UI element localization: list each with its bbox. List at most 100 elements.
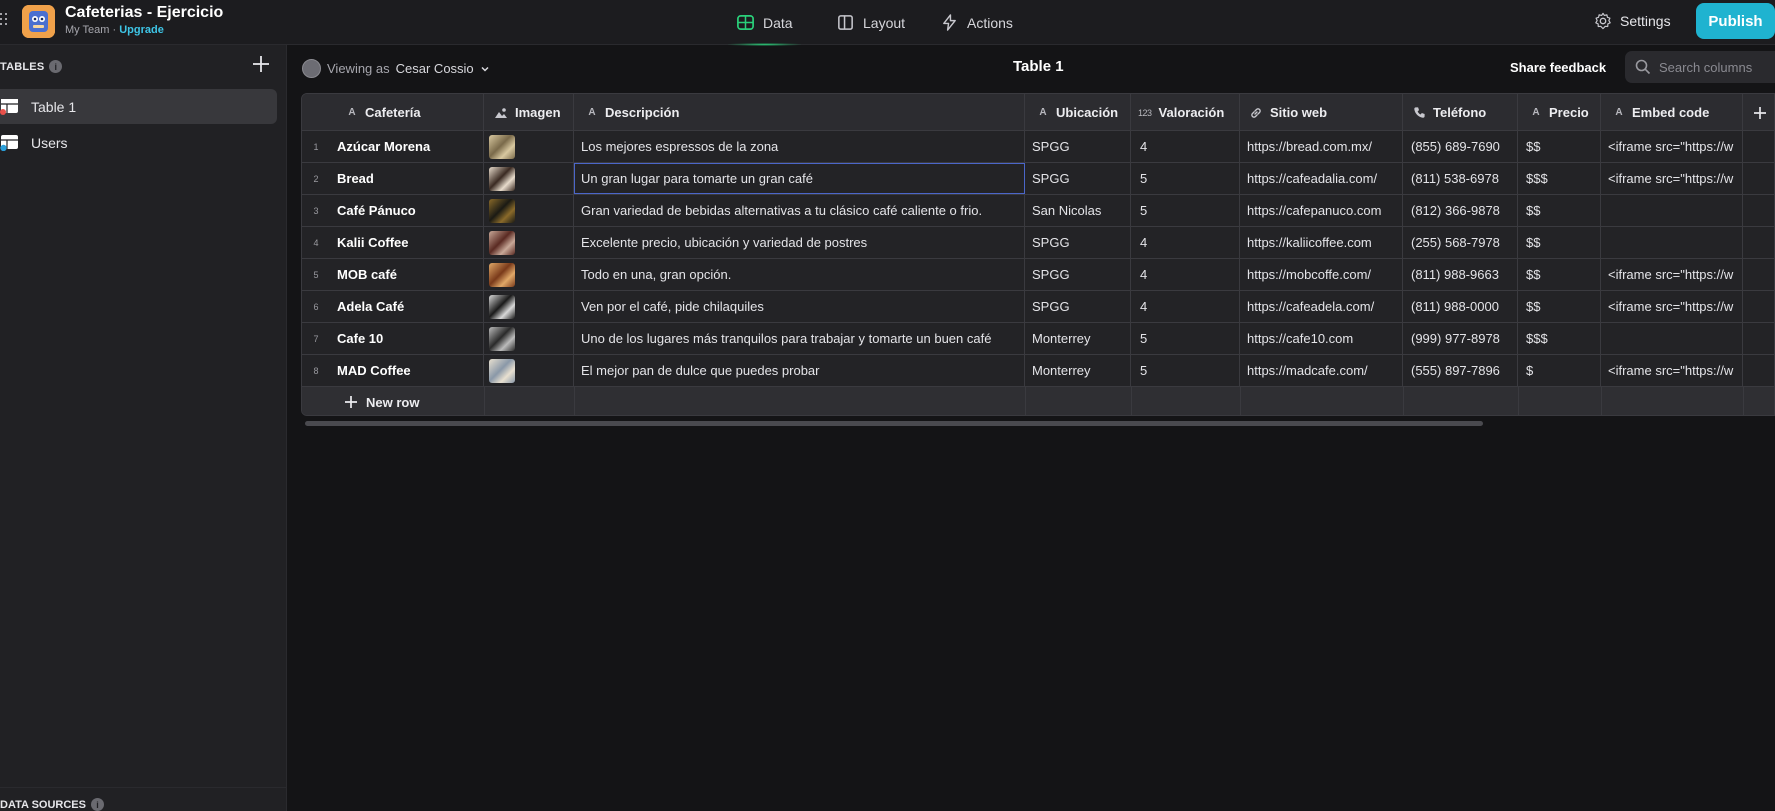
- cell-valoracion[interactable]: 4: [1131, 259, 1240, 290]
- search-columns-box[interactable]: [1625, 51, 1775, 83]
- cell-telefono[interactable]: (555) 897-7896: [1403, 355, 1518, 386]
- cell-ubicacion[interactable]: SPGG: [1025, 227, 1131, 258]
- share-feedback-button[interactable]: Share feedback: [1510, 60, 1606, 75]
- cell-imagen[interactable]: [484, 291, 574, 322]
- cell-valoracion[interactable]: 5: [1131, 355, 1240, 386]
- cell-ubicacion[interactable]: SPGG: [1025, 163, 1131, 194]
- table-row[interactable]: 8 MAD Coffee El mejor pan de dulce que pue…: [302, 355, 1774, 387]
- team-name[interactable]: My Team: [65, 24, 109, 36]
- cell-telefono[interactable]: (255) 568-7978: [1403, 227, 1518, 258]
- cell-telefono[interactable]: (812) 366-9878: [1403, 195, 1518, 226]
- cell-telefono[interactable]: (811) 988-0000: [1403, 291, 1518, 322]
- cell-valoracion[interactable]: 5: [1131, 163, 1240, 194]
- app-logo-icon[interactable]: [22, 5, 55, 38]
- table-row[interactable]: 3 Café Pánuco Gran variedad de bebidas alt…: [302, 195, 1774, 227]
- table-row[interactable]: 2 Bread Un gran lugar para tomarte un gran…: [302, 163, 1774, 195]
- sidebar-item-users[interactable]: Users: [0, 125, 277, 160]
- column-header-ubicacion[interactable]: A Ubicación: [1025, 94, 1131, 131]
- table-row[interactable]: 6 Adela Café Ven por el café, pide chilaqu…: [302, 291, 1774, 323]
- column-header-sitio-web[interactable]: Sitio web: [1240, 94, 1403, 131]
- column-header-precio[interactable]: A Precio: [1518, 94, 1601, 131]
- cell-sitio-web[interactable]: https://cafe10.com: [1240, 323, 1403, 354]
- cell-ubicacion[interactable]: SPGG: [1025, 259, 1131, 290]
- cell-imagen[interactable]: [484, 195, 574, 226]
- cell-precio[interactable]: $$: [1518, 259, 1601, 290]
- cell-imagen[interactable]: [484, 355, 574, 386]
- cell-valoracion[interactable]: 5: [1131, 323, 1240, 354]
- app-title[interactable]: Cafeterias - Ejercicio: [65, 4, 223, 22]
- cell-sitio-web[interactable]: https://mobcoffe.com/: [1240, 259, 1403, 290]
- cell-imagen[interactable]: [484, 163, 574, 194]
- cell-cafeteria[interactable]: Cafe 10: [302, 323, 484, 354]
- settings-button[interactable]: Settings: [1594, 0, 1671, 42]
- table-row[interactable]: 1 Azúcar Morena Los mejores espressos de l…: [302, 131, 1774, 163]
- cell-ubicacion[interactable]: Monterrey: [1025, 323, 1131, 354]
- cell-cafeteria[interactable]: Kalii Coffee: [302, 227, 484, 258]
- cell-valoracion[interactable]: 4: [1131, 291, 1240, 322]
- cell-descripcion[interactable]: Ven por el café, pide chilaquiles: [574, 291, 1025, 322]
- cell-precio[interactable]: $$$: [1518, 163, 1601, 194]
- cell-valoracion[interactable]: 4: [1131, 227, 1240, 258]
- cell-cafeteria[interactable]: Bread: [302, 163, 484, 194]
- cell-precio[interactable]: $$: [1518, 227, 1601, 258]
- column-header-cafeteria[interactable]: A Cafetería: [302, 94, 484, 131]
- cell-embed-code[interactable]: <iframe src="https://w: [1601, 291, 1743, 322]
- cell-embed-code[interactable]: <iframe src="https://w: [1601, 259, 1743, 290]
- cell-sitio-web[interactable]: https://cafeadela.com/: [1240, 291, 1403, 322]
- column-header-valoracion[interactable]: 123 Valoración: [1131, 94, 1240, 131]
- tab-layout[interactable]: Layout: [836, 0, 905, 45]
- cell-telefono[interactable]: (811) 538-6978: [1403, 163, 1518, 194]
- cell-precio[interactable]: $: [1518, 355, 1601, 386]
- cell-descripcion[interactable]: Un gran lugar para tomarte un gran café: [574, 163, 1025, 194]
- cell-cafeteria[interactable]: MAD Coffee: [302, 355, 484, 386]
- cell-cafeteria[interactable]: Café Pánuco: [302, 195, 484, 226]
- apps-grid-icon[interactable]: [0, 13, 10, 27]
- info-icon[interactable]: i: [90, 798, 104, 811]
- cell-imagen[interactable]: [484, 259, 574, 290]
- cell-telefono[interactable]: (999) 977-8978: [1403, 323, 1518, 354]
- cell-precio[interactable]: $$$: [1518, 323, 1601, 354]
- cell-imagen[interactable]: [484, 131, 574, 162]
- sidebar-item-table-1[interactable]: Table 1: [0, 89, 277, 124]
- cell-embed-code[interactable]: [1601, 323, 1743, 354]
- tab-data[interactable]: Data: [728, 0, 801, 46]
- horizontal-scrollbar[interactable]: [305, 421, 1483, 426]
- cell-imagen[interactable]: [484, 227, 574, 258]
- table-row[interactable]: 4 Kalii Coffee Excelente precio, ubicación…: [302, 227, 1774, 259]
- cell-precio[interactable]: $$: [1518, 195, 1601, 226]
- search-columns-input[interactable]: [1659, 59, 1769, 75]
- cell-precio[interactable]: $$: [1518, 291, 1601, 322]
- cell-embed-code[interactable]: <iframe src="https://w: [1601, 355, 1743, 386]
- cell-descripcion[interactable]: Excelente precio, ubicación y variedad d…: [574, 227, 1025, 258]
- cell-imagen[interactable]: [484, 323, 574, 354]
- tab-actions[interactable]: Actions: [940, 0, 1013, 45]
- cell-descripcion[interactable]: Uno de los lugares más tranquilos para t…: [574, 323, 1025, 354]
- cell-sitio-web[interactable]: https://kaliicoffee.com: [1240, 227, 1403, 258]
- cell-telefono[interactable]: (811) 988-9663: [1403, 259, 1518, 290]
- cell-ubicacion[interactable]: San Nicolas: [1025, 195, 1131, 226]
- cell-sitio-web[interactable]: https://cafeadalia.com/: [1240, 163, 1403, 194]
- column-header-descripcion[interactable]: A Descripción: [574, 94, 1025, 131]
- table-row[interactable]: 5 MOB café Todo en una, gran opción. SPGG 4 h…: [302, 259, 1774, 291]
- add-column-button[interactable]: [1743, 94, 1774, 131]
- cell-ubicacion[interactable]: SPGG: [1025, 131, 1131, 162]
- publish-button[interactable]: Publish: [1696, 3, 1775, 39]
- viewing-as-selector[interactable]: Viewing as Cesar Cossio: [302, 59, 490, 78]
- cell-sitio-web[interactable]: https://madcafe.com/: [1240, 355, 1403, 386]
- upgrade-link[interactable]: Upgrade: [119, 24, 164, 36]
- column-header-embed-code[interactable]: A Embed code: [1601, 94, 1743, 131]
- cell-cafeteria[interactable]: Azúcar Morena: [302, 131, 484, 162]
- cell-cafeteria[interactable]: Adela Café: [302, 291, 484, 322]
- table-row[interactable]: 7 Cafe 10 Uno de los lugares más tranquilo…: [302, 323, 1774, 355]
- cell-descripcion[interactable]: El mejor pan de dulce que puedes probar: [574, 355, 1025, 386]
- cell-ubicacion[interactable]: Monterrey: [1025, 355, 1131, 386]
- cell-ubicacion[interactable]: SPGG: [1025, 291, 1131, 322]
- cell-descripcion[interactable]: Gran variedad de bebidas alternativas a …: [574, 195, 1025, 226]
- cell-embed-code[interactable]: <iframe src="https://w: [1601, 131, 1743, 162]
- cell-embed-code[interactable]: [1601, 227, 1743, 258]
- cell-sitio-web[interactable]: https://cafepanuco.com: [1240, 195, 1403, 226]
- cell-embed-code[interactable]: <iframe src="https://w: [1601, 163, 1743, 194]
- cell-descripcion[interactable]: Todo en una, gran opción.: [574, 259, 1025, 290]
- cell-embed-code[interactable]: [1601, 195, 1743, 226]
- cell-valoracion[interactable]: 4: [1131, 131, 1240, 162]
